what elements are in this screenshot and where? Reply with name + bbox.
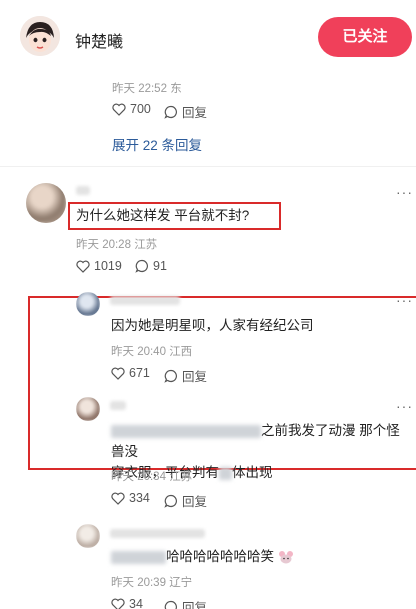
reply-meta: 昨天 20:39 辽宁	[111, 574, 192, 590]
heart-outline-icon	[111, 598, 125, 609]
like-count: 671	[129, 366, 150, 380]
like-count: 334	[129, 491, 150, 505]
reply-avatar[interactable]	[76, 397, 100, 421]
reply-location: 江西	[169, 346, 193, 358]
reply-button[interactable]: 回复	[164, 597, 207, 609]
reply-username[interactable]	[110, 401, 126, 413]
reply-button[interactable]: 回复	[164, 366, 207, 385]
divider	[0, 166, 416, 167]
speech-bubble-icon	[164, 600, 177, 609]
heart-outline-icon	[111, 367, 125, 380]
commenter-name[interactable]	[76, 186, 90, 198]
like-button[interactable]: 334	[111, 491, 150, 505]
reply-location: 江苏	[169, 471, 193, 483]
reply-date: 昨天 20:40	[111, 346, 166, 358]
reply-meta: 昨天 20:34 江苏	[111, 468, 192, 484]
reply-label: 回复	[182, 495, 208, 509]
reply-text-part: 体出现	[232, 465, 273, 480]
reply-label: 回复	[182, 370, 208, 384]
comment-date: 昨天 20:28	[76, 239, 131, 251]
reply-button[interactable]: 回复	[164, 102, 207, 121]
speech-bubble-icon	[135, 259, 148, 273]
reply-label: 回复	[182, 106, 208, 120]
more-dots-icon[interactable]: ···	[396, 292, 413, 308]
like-button[interactable]: 34	[111, 597, 143, 609]
speech-bubble-icon	[164, 105, 177, 119]
heart-outline-icon	[112, 103, 126, 116]
avatar[interactable]	[20, 16, 60, 56]
reply-count: 91	[153, 259, 167, 273]
profile-header: 钟楚曦 已关注	[0, 0, 416, 78]
like-count: 700	[130, 102, 151, 116]
reply-text-part: 哈哈哈哈哈哈哈笑	[166, 549, 274, 564]
reply-meta: 昨天 20:40 江西	[111, 343, 192, 359]
comment-location: 江苏	[134, 239, 158, 251]
heart-outline-icon	[111, 492, 125, 505]
expand-replies-link[interactable]: 展开 22 条回复	[112, 134, 202, 154]
reply-date: 昨天 20:39	[111, 577, 166, 589]
reply-label: 回复	[182, 601, 208, 609]
heart-outline-icon	[76, 260, 90, 273]
commenter-avatar[interactable]	[26, 183, 66, 223]
mouse-emoji-icon	[278, 551, 293, 564]
more-dots-icon[interactable]: ···	[396, 184, 413, 200]
reply-username[interactable]	[110, 296, 180, 308]
speech-bubble-icon	[164, 369, 177, 383]
reply-text: 因为她是明星呗，人家有经纪公司	[111, 318, 314, 333]
more-dots-icon[interactable]: ···	[396, 398, 413, 414]
comment-meta: 昨天 20:28 江苏	[76, 236, 157, 252]
like-count: 34	[129, 597, 143, 609]
reply-username[interactable]	[110, 529, 205, 541]
reply-location: 辽宁	[169, 577, 193, 589]
like-button[interactable]: 671	[111, 366, 150, 380]
highlight-box	[68, 202, 281, 230]
like-button[interactable]: 1019	[76, 259, 122, 273]
author-name[interactable]: 钟楚曦	[75, 28, 123, 52]
reply-text: 哈哈哈哈哈哈哈笑	[111, 546, 294, 567]
speech-bubble-icon	[164, 494, 177, 508]
reply-avatar[interactable]	[76, 524, 100, 548]
reply-avatar[interactable]	[76, 292, 100, 316]
like-count: 1019	[94, 259, 122, 273]
follow-button[interactable]: 已关注	[318, 17, 412, 57]
reply-button[interactable]: 91	[135, 259, 167, 273]
like-button[interactable]: 700	[112, 102, 151, 116]
reply-meta: 昨天 22:52 东	[112, 80, 182, 96]
blurred-word	[219, 466, 232, 480]
reply-button[interactable]: 回复	[164, 491, 207, 510]
reply-date: 昨天 22:52	[112, 83, 167, 95]
blurred-mention	[111, 550, 166, 564]
blurred-mention	[111, 424, 261, 438]
reply-location: 东	[170, 83, 182, 95]
reply-date: 昨天 20:34	[111, 471, 166, 483]
